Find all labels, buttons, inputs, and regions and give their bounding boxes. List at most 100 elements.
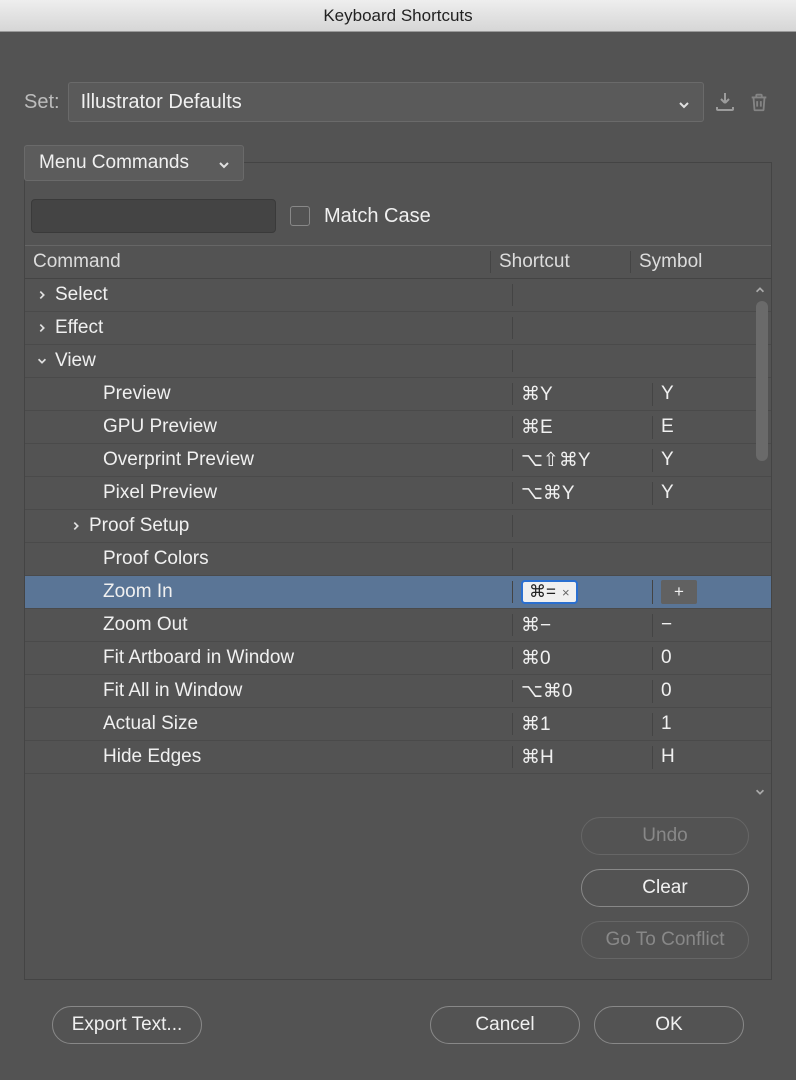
command-label: Fit Artboard in Window — [103, 647, 294, 669]
command-row-effect[interactable]: Effect — [25, 312, 771, 345]
shortcut-cell[interactable]: ⌘1 — [513, 713, 653, 736]
set-dropdown-value: Illustrator Defaults — [81, 91, 242, 114]
command-cell: Zoom In — [25, 581, 513, 603]
command-row-actual-size[interactable]: Actual Size ⌘11 — [25, 708, 771, 741]
command-row-zoom-in[interactable]: Zoom In ⌘=× + — [25, 576, 771, 609]
command-cell: Actual Size — [25, 713, 513, 735]
command-row-proof-colors[interactable]: Proof Colors — [25, 543, 771, 576]
shortcut-cell[interactable]: ⌥⌘Y — [513, 482, 653, 505]
symbol-edit-field[interactable]: + — [661, 580, 697, 604]
command-row-select[interactable]: Select — [25, 279, 771, 312]
column-symbol[interactable]: Symbol — [631, 251, 749, 273]
match-case-checkbox[interactable] — [290, 206, 310, 226]
undo-button[interactable]: Undo — [581, 817, 749, 855]
command-row-view[interactable]: View — [25, 345, 771, 378]
column-shortcut[interactable]: Shortcut — [491, 251, 631, 273]
window-title: Keyboard Shortcuts — [323, 6, 472, 26]
command-label: Hide Edges — [103, 746, 201, 768]
column-command[interactable]: Command — [25, 251, 491, 273]
ok-button[interactable]: OK — [594, 1006, 744, 1044]
search-box[interactable] — [31, 199, 276, 233]
table-header: Command Shortcut Symbol — [25, 245, 771, 279]
command-cell: Select — [25, 284, 513, 306]
command-row-zoom-out[interactable]: Zoom Out ⌘−− — [25, 609, 771, 642]
shortcut-cell[interactable]: ⌘− — [513, 614, 653, 637]
command-label: Actual Size — [103, 713, 198, 735]
shortcut-edit-field[interactable]: ⌘=× — [521, 580, 578, 604]
set-label: Set: — [24, 91, 60, 114]
command-row-hide-edges[interactable]: Hide Edges ⌘HH — [25, 741, 771, 774]
chevron-right-icon[interactable] — [35, 321, 49, 335]
command-cell: View — [25, 350, 513, 372]
command-label: Proof Colors — [103, 548, 209, 570]
go-to-conflict-button[interactable]: Go To Conflict — [581, 921, 749, 959]
command-cell: Fit All in Window — [25, 680, 513, 702]
command-label: Proof Setup — [89, 515, 189, 537]
command-row-gpu-preview[interactable]: GPU Preview ⌘EE — [25, 411, 771, 444]
export-text-button[interactable]: Export Text... — [52, 1006, 202, 1044]
symbol-cell[interactable]: 1 — [653, 713, 771, 735]
symbol-cell[interactable]: E — [653, 416, 771, 438]
import-set-icon[interactable] — [712, 89, 738, 115]
set-dropdown[interactable]: Illustrator Defaults — [68, 82, 704, 122]
category-dropdown-value: Menu Commands — [39, 152, 189, 174]
command-label: Pixel Preview — [103, 482, 217, 504]
scrollbar-thumb[interactable] — [756, 301, 768, 461]
command-label: Select — [55, 284, 108, 306]
symbol-cell[interactable]: H — [653, 746, 771, 768]
command-row-preview[interactable]: Preview ⌘YY — [25, 378, 771, 411]
shortcut-cell[interactable]: ⌘E — [513, 416, 653, 439]
chevron-down-icon — [677, 95, 691, 109]
symbol-cell[interactable]: Y — [653, 482, 771, 504]
chevron-right-icon[interactable] — [69, 519, 83, 533]
search-input[interactable] — [46, 206, 267, 226]
symbol-cell[interactable]: 0 — [653, 647, 771, 669]
scrollbar-down-icon[interactable] — [753, 785, 767, 799]
cancel-button[interactable]: Cancel — [430, 1006, 580, 1044]
symbol-cell[interactable]: Y — [653, 449, 771, 471]
symbol-cell[interactable]: 0 — [653, 680, 771, 702]
command-row-pixel-preview[interactable]: Pixel Preview ⌥⌘YY — [25, 477, 771, 510]
shortcut-cell[interactable]: ⌘Y — [513, 383, 653, 406]
symbol-cell[interactable]: − — [653, 614, 771, 636]
match-case-label: Match Case — [324, 205, 431, 228]
clear-shortcut-icon[interactable]: × — [562, 585, 570, 600]
shortcut-cell[interactable]: ⌘0 — [513, 647, 653, 670]
shortcut-cell[interactable]: ⌥⇧⌘Y — [513, 449, 653, 472]
window-titlebar: Keyboard Shortcuts — [0, 0, 796, 32]
command-cell: Preview — [25, 383, 513, 405]
shortcut-cell[interactable]: ⌘=× — [513, 580, 653, 604]
command-row-fit-artboard[interactable]: Fit Artboard in Window ⌘00 — [25, 642, 771, 675]
command-label: View — [55, 350, 96, 372]
symbol-cell[interactable]: Y — [653, 383, 771, 405]
command-row-proof-setup[interactable]: Proof Setup — [25, 510, 771, 543]
command-cell: Hide Edges — [25, 746, 513, 768]
command-label: Overprint Preview — [103, 449, 254, 471]
command-label: Zoom Out — [103, 614, 187, 636]
scrollbar-up-icon[interactable] — [753, 283, 767, 297]
command-row-fit-all[interactable]: Fit All in Window⌥⌘00 — [25, 675, 771, 708]
chevron-down-icon[interactable] — [35, 354, 49, 368]
command-cell: Pixel Preview — [25, 482, 513, 504]
command-row-overprint-preview[interactable]: Overprint Preview ⌥⇧⌘YY — [25, 444, 771, 477]
shortcut-cell[interactable]: ⌘H — [513, 746, 653, 769]
command-cell: Proof Setup — [25, 515, 513, 537]
command-label: GPU Preview — [103, 416, 217, 438]
command-cell: Fit Artboard in Window — [25, 647, 513, 669]
command-label: Effect — [55, 317, 103, 339]
tree-scroll[interactable]: SelectEffectViewPreview⌘YYGPU Preview⌘EE… — [25, 279, 771, 803]
command-label: Zoom In — [103, 581, 173, 603]
command-cell: Zoom Out — [25, 614, 513, 636]
command-cell: GPU Preview — [25, 416, 513, 438]
command-cell: Proof Colors — [25, 548, 513, 570]
command-cell: Overprint Preview — [25, 449, 513, 471]
symbol-cell[interactable]: + — [653, 580, 771, 604]
command-cell: Effect — [25, 317, 513, 339]
command-label: Preview — [103, 383, 171, 405]
trash-icon[interactable] — [746, 89, 772, 115]
chevron-down-icon — [217, 156, 231, 170]
shortcut-cell[interactable]: ⌥⌘0 — [513, 680, 653, 703]
chevron-right-icon[interactable] — [35, 288, 49, 302]
category-dropdown[interactable]: Menu Commands — [24, 145, 244, 181]
clear-button[interactable]: Clear — [581, 869, 749, 907]
